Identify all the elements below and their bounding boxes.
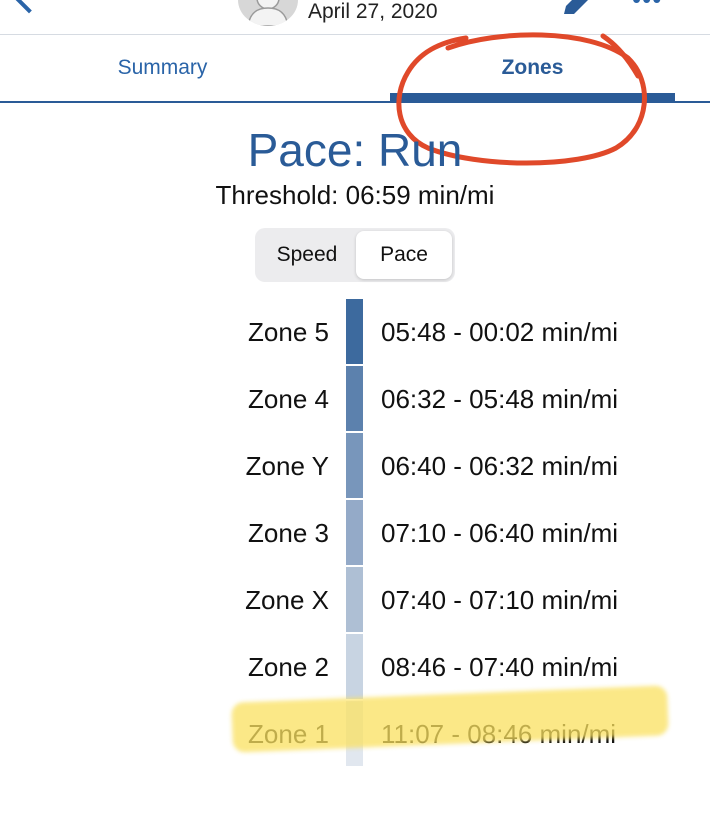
- zone-name: Zone 1: [248, 719, 329, 749]
- zone-range: 07:10 - 06:40 min/mi: [381, 518, 619, 548]
- zone-row: Zone 4 06:32 - 05:48 min/mi: [0, 366, 710, 433]
- activity-date: April 27, 2020: [308, 0, 438, 23]
- zone-range: 06:40 - 06:32 min/mi: [381, 451, 619, 481]
- tab-bar: Summary Zones: [0, 34, 710, 103]
- zone-color-bar: [346, 567, 363, 632]
- pace-toggle-option[interactable]: Pace: [356, 231, 452, 279]
- zone-name: Zone Y: [245, 451, 329, 481]
- top-bar: April 27, 2020 •••: [0, 0, 710, 34]
- zone-color-bar: [346, 299, 363, 364]
- more-icon[interactable]: •••: [632, 0, 662, 15]
- zone-row: Zone 5 05:48 - 00:02 min/mi: [0, 299, 710, 366]
- zone-color-bar: [346, 433, 363, 498]
- speed-toggle-option[interactable]: Speed: [258, 231, 356, 279]
- zone-name: Zone 4: [248, 384, 329, 414]
- zone-range: 07:40 - 07:10 min/mi: [381, 585, 619, 615]
- threshold-label: Threshold: 06:59 min/mi: [215, 180, 495, 210]
- zone-range: 11:07 - 08:46 min/mi: [381, 719, 617, 749]
- cut-off-footer-text: [0, 780, 710, 820]
- zone-name: Zone X: [245, 585, 329, 615]
- zone-name: Zone 5: [248, 317, 329, 347]
- zone-row: Zone 3 07:10 - 06:40 min/mi: [0, 500, 710, 567]
- tab-zones[interactable]: Zones: [390, 35, 675, 101]
- zone-name: Zone 2: [248, 652, 329, 682]
- speed-pace-toggle: Speed Pace: [255, 228, 455, 282]
- zone-row: Zone 2 08:46 - 07:40 min/mi: [0, 634, 710, 701]
- page-title: Pace: Run: [247, 124, 463, 176]
- zone-color-bar: [346, 366, 363, 431]
- zone-color-bar: [346, 634, 363, 699]
- zone-range: 05:48 - 00:02 min/mi: [381, 317, 619, 347]
- zone-color-bar: [346, 701, 363, 766]
- zone-row: Zone Y 06:40 - 06:32 min/mi: [0, 433, 710, 500]
- tab-summary[interactable]: Summary: [80, 35, 245, 101]
- avatar[interactable]: [238, 0, 298, 26]
- active-tab-indicator: [390, 93, 675, 101]
- pencil-icon[interactable]: [560, 0, 594, 21]
- zone-name: Zone 3: [248, 518, 329, 548]
- zone-row: Zone 1 11:07 - 08:46 min/mi: [0, 701, 710, 768]
- zone-range: 08:46 - 07:40 min/mi: [381, 652, 619, 682]
- zone-range: 06:32 - 05:48 min/mi: [381, 384, 619, 414]
- zone-color-bar: [346, 500, 363, 565]
- back-chevron-icon[interactable]: [10, 0, 48, 14]
- avatar-icon: [247, 0, 289, 26]
- zone-row: Zone X 07:40 - 07:10 min/mi: [0, 567, 710, 634]
